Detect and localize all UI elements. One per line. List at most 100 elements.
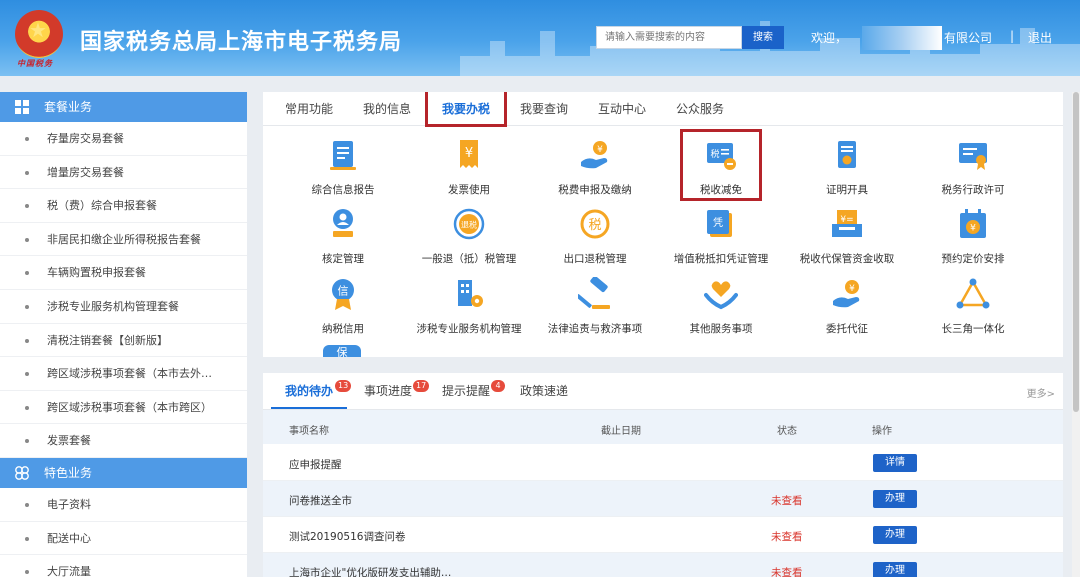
tab-policy-news[interactable]: 政策速递 [520,373,568,409]
service-pricing-arrangement[interactable]: ¥ 预约定价安排 [908,207,1038,273]
bullet-icon [25,536,29,541]
svg-text:¥=: ¥= [840,215,853,225]
calendar-icon: ¥ [960,209,986,238]
tab-reminders[interactable]: 提示提醒 [442,373,490,409]
item-name: 应申报提醒 [289,459,342,471]
page-scrollbar[interactable] [1072,92,1080,577]
report-icon [330,141,356,170]
column-header: 操作 [872,426,892,437]
bullet-icon [25,372,29,377]
service-label: 出口退税管理 [563,253,627,265]
tax-logo-text: 中国税务 [17,59,53,68]
tab-label: 政策速递 [520,384,569,398]
bullet-icon [25,204,29,209]
sidebar-item-label: 大厅流量 [47,565,91,577]
bullet-icon [25,137,29,141]
logout-link[interactable]: 退出 [1028,29,1052,46]
service-custody-fund[interactable]: ¥= 税收代保管资金收取 [782,207,912,273]
service-admin-license[interactable]: 税务行政许可 [908,138,1038,204]
tax-reduction-icon: 税 [707,143,736,170]
tab-my-todo[interactable]: 我的待办 [271,373,348,409]
sidebar-group-packages[interactable]: 套餐业务 [0,92,247,122]
service-legal-remedy[interactable]: 法律追责与救济事项 [530,277,660,343]
service-vat-voucher[interactable]: 凭 增值税抵扣凭证管理 [656,207,786,273]
service-agency-management[interactable]: 涉税专业服务机构管理 [404,277,534,343]
sidebar-item[interactable]: 涉税专业服务机构管理套餐 [0,290,247,324]
sidebar-item-label: 存量房交易套餐 [47,132,124,145]
service-export-refund[interactable]: 税 出口退税管理 [530,207,660,273]
bullet-icon [25,502,29,507]
service-yangtze-delta[interactable]: 长三角一体化 [908,277,1038,343]
sidebar-item[interactable]: 非居民扣缴企业所得税报告套餐 [0,223,247,257]
voucher-icon: 凭 [707,210,732,237]
column-header: 事项名称 [289,426,329,437]
sidebar-item[interactable]: 发票套餐 [0,424,247,458]
search-button[interactable]: 搜索 [742,26,784,49]
triangle-network-icon [956,278,990,309]
tab-query[interactable]: 我要查询 [520,92,568,126]
sidebar-item[interactable]: 存量房交易套餐 [0,122,247,156]
count-badge: 13 [335,380,352,392]
service-info-report[interactable]: 综合信息报告 [278,138,408,204]
service-tax-credit[interactable]: 信 纳税信用 [278,277,408,343]
service-label: 税收代保管资金收取 [799,253,895,265]
yen-tray-icon: ¥= [832,210,862,237]
tab-progress[interactable]: 事项进度 [364,373,412,409]
sidebar-item[interactable]: 清税注销套餐【创新版】 [0,324,247,358]
handle-button[interactable]: 办理 [873,562,917,577]
bullet-icon [25,304,29,309]
gavel-icon [578,277,610,309]
top-header: ★ 中国税务 国家税务总局上海市电子税务局 搜索 欢迎， 有限公司 | 退出 [0,0,1080,76]
sidebar-item[interactable]: 跨区域涉税事项套餐（本市去外… [0,357,247,391]
svg-text:凭: 凭 [713,216,723,229]
scrollbar-thumb[interactable] [1073,92,1079,412]
partial-service-icon[interactable]: 保 [323,345,361,357]
sidebar-item-label: 车辆购置税申报套餐 [47,266,146,280]
tab-public-service[interactable]: 公众服务 [676,92,724,126]
more-link[interactable]: 更多> [1027,385,1055,400]
tab-interaction[interactable]: 互动中心 [598,92,646,126]
service-tax-reduction[interactable]: 税 税收减免 [656,138,786,204]
column-header: 状态 [777,426,797,437]
service-label: 长三角一体化 [941,323,1005,335]
redacted-username [862,26,942,50]
sidebar-item-label: 配送中心 [47,531,91,545]
service-label: 核定管理 [322,253,364,265]
service-invoice-use[interactable]: ¥ 发票使用 [404,138,534,204]
sidebar-group-features[interactable]: 特色业务 [0,457,247,488]
search-input[interactable] [596,26,742,49]
svg-text:¥: ¥ [465,146,473,161]
sidebar-item[interactable]: 配送中心 [0,522,247,556]
tab-tax-handling[interactable]: 我要办税 [442,92,491,126]
sidebar-item[interactable]: 跨区域涉税事项套餐（本市跨区） [0,391,247,425]
sidebar-item[interactable]: 税（费）综合申报套餐 [0,189,247,223]
sidebar-item[interactable]: 电子资料 [0,488,247,522]
svg-text:¥: ¥ [597,145,603,155]
service-label: 法律追责与救济事项 [547,323,643,335]
svg-text:¥: ¥ [970,224,976,234]
handle-button[interactable]: 办理 [873,526,917,544]
sidebar-item[interactable]: 大厅流量 [0,555,247,577]
service-label: 涉税专业服务机构管理 [416,323,522,335]
service-certificate[interactable]: 证明开具 [782,138,912,204]
tab-label: 我的待办 [285,384,334,398]
svg-text:信: 信 [338,285,349,298]
service-other[interactable]: 其他服务事项 [656,277,786,343]
tab-my-info[interactable]: 我的信息 [363,92,411,126]
site-title: 国家税务总局上海市电子税务局 [80,30,403,55]
service-label: 一般退（抵）税管理 [421,253,517,265]
service-label: 预约定价安排 [941,253,1005,265]
service-tax-filing[interactable]: ¥ 税费申报及缴纳 [530,138,660,204]
handle-button[interactable]: 办理 [873,490,917,508]
sidebar-item[interactable]: 增量房交易套餐 [0,156,247,190]
service-refund[interactable]: 退税 一般退（抵）税管理 [404,207,534,273]
service-entrusted-collection[interactable]: ¥ 委托代征 [782,277,912,343]
service-label: 发票使用 [448,184,490,196]
credit-medal-icon: 信 [332,279,354,310]
sidebar-item-label: 发票套餐 [47,434,91,448]
detail-button[interactable]: 详情 [873,454,917,472]
service-assessment[interactable]: 核定管理 [278,207,408,273]
tab-common[interactable]: 常用功能 [285,92,333,126]
table-row: 问卷推送全市 未查看 办理 [263,481,1063,517]
sidebar-item[interactable]: 车辆购置税申报套餐 [0,256,247,290]
